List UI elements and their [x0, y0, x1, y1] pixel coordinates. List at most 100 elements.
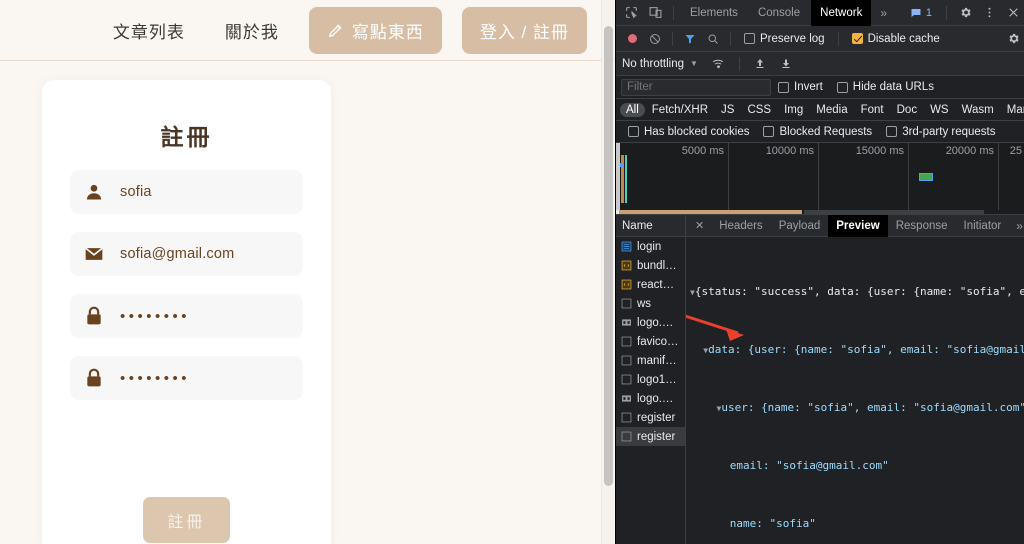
disable-cache-checkbox[interactable]: Disable cache — [845, 33, 947, 45]
json-line-user[interactable]: ▼user: {name: "sofia", email: "sofia@gma… — [690, 401, 1024, 416]
funnel-icon[interactable] — [679, 28, 701, 50]
timeline-scrollbar[interactable] — [616, 210, 1024, 214]
email-field[interactable]: sofia@gmail.com — [70, 232, 303, 276]
record-icon[interactable] — [621, 28, 643, 50]
json-line-email[interactable]: email: "sofia@gmail.com" — [690, 459, 1024, 474]
more-tabs-chevron-icon[interactable]: » — [873, 6, 894, 20]
img-icon — [622, 395, 631, 402]
filter-input[interactable] — [621, 78, 771, 96]
request-name: logo.… — [637, 316, 674, 329]
preserve-log-checkbox[interactable]: Preserve log — [737, 33, 832, 45]
kebab-menu-icon[interactable] — [978, 2, 1000, 24]
type-filter-manifest[interactable]: Manifest — [1001, 103, 1024, 117]
request-row-logo1[interactable]: logo1… — [616, 370, 685, 389]
clear-icon[interactable] — [644, 28, 666, 50]
more-detail-tabs-chevron-icon[interactable]: » — [1009, 219, 1024, 233]
message-count-badge[interactable]: 1 — [905, 6, 937, 20]
request-row-register[interactable]: register — [616, 408, 685, 427]
request-row-react[interactable]: react… — [616, 275, 685, 294]
tab-preview[interactable]: Preview — [828, 214, 888, 237]
type-filter-all[interactable]: All — [620, 102, 645, 117]
checkbox-box[interactable] — [778, 81, 789, 93]
tab-response[interactable]: Response — [888, 215, 956, 237]
nav-link-articles[interactable]: 文章列表 — [103, 12, 195, 49]
tab-elements[interactable]: Elements — [681, 0, 747, 26]
device-toolbar-icon[interactable] — [644, 2, 666, 24]
close-icon[interactable] — [1002, 2, 1024, 24]
page-scrollbar-thumb[interactable] — [604, 26, 613, 486]
generic-icon — [621, 431, 632, 442]
request-row-manifest[interactable]: manif… — [616, 351, 685, 370]
tab-initiator[interactable]: Initiator — [956, 215, 1010, 237]
request-row-bundle[interactable]: bundl… — [616, 256, 685, 275]
column-header-name[interactable]: Name — [616, 215, 685, 237]
request-row-ws[interactable]: ws — [616, 294, 685, 313]
invert-checkbox[interactable]: Invert — [771, 81, 830, 93]
type-filter-img[interactable]: Img — [778, 103, 809, 117]
third-party-requests-checkbox[interactable]: 3rd-party requests — [879, 126, 1002, 138]
request-name: logo1… — [637, 373, 677, 386]
blocked-requests-checkbox[interactable]: Blocked Requests — [756, 126, 879, 138]
request-details: ✕ Headers Payload Preview Response Initi… — [686, 214, 1024, 544]
timeline-request-block — [919, 173, 933, 181]
type-filter-font[interactable]: Font — [855, 103, 890, 117]
tab-network[interactable]: Network — [811, 0, 872, 26]
has-blocked-cookies-label: Has blocked cookies — [644, 125, 750, 138]
checkbox-box[interactable] — [744, 33, 755, 44]
timeline-scroll-thumb[interactable] — [616, 210, 802, 214]
gear-icon[interactable] — [954, 2, 976, 24]
json-line-root[interactable]: ▼{status: "success", data: {user: {name:… — [690, 285, 1024, 300]
checkbox-box[interactable] — [763, 126, 775, 137]
network-conditions-icon[interactable] — [708, 53, 730, 75]
timeline-tick-label: 25 — [1009, 145, 1022, 157]
network-overview-timeline[interactable]: 5000 ms 10000 ms 15000 ms 20000 ms 25 — [616, 143, 1024, 215]
tab-payload[interactable]: Payload — [771, 215, 829, 237]
search-icon[interactable] — [702, 28, 724, 50]
type-filter-js[interactable]: JS — [715, 103, 740, 117]
nav-link-about[interactable]: 關於我 — [215, 12, 289, 49]
request-name: logo.… — [637, 392, 674, 405]
user-icon — [84, 182, 104, 202]
generic-icon — [621, 374, 632, 385]
checkbox-box[interactable] — [836, 81, 848, 93]
type-filter-wasm[interactable]: Wasm — [956, 103, 1000, 117]
request-row-register-selected[interactable]: register — [616, 427, 685, 446]
type-filter-fetch-xhr[interactable]: Fetch/XHR — [646, 103, 714, 117]
login-register-button[interactable]: 登入 / 註冊 — [461, 6, 587, 54]
json-line-data[interactable]: ▼data: {user: {name: "sofia", email: "so… — [690, 343, 1024, 358]
type-filter-css[interactable]: CSS — [741, 103, 777, 117]
chevron-down-icon[interactable]: ▼ — [688, 59, 704, 68]
import-har-icon[interactable] — [749, 53, 771, 75]
json-line-text: user: {name: "sofia", email: "sofia@gmai… — [721, 400, 1024, 414]
hide-data-urls-checkbox[interactable]: Hide data URLs — [830, 81, 941, 93]
gear-icon[interactable] — [1002, 28, 1024, 50]
timeline-tick-label: 15000 ms — [855, 145, 904, 157]
page-scrollbar[interactable] — [601, 0, 614, 544]
tab-headers[interactable]: Headers — [711, 215, 770, 237]
json-line-name[interactable]: name: "sofia" — [690, 517, 1024, 532]
request-row-logo[interactable]: logo.… — [616, 313, 685, 332]
checkbox-box[interactable] — [851, 33, 863, 44]
request-row-logo-2[interactable]: logo.… — [616, 389, 685, 408]
tab-console[interactable]: Console — [749, 0, 809, 26]
type-filter-media[interactable]: Media — [810, 103, 853, 117]
username-field[interactable]: sofia — [70, 170, 303, 214]
timeline-left-handle[interactable] — [616, 143, 620, 214]
request-row-favicon[interactable]: favico… — [616, 332, 685, 351]
export-har-icon[interactable] — [775, 53, 797, 75]
password-confirm-field[interactable]: •••••••• — [70, 356, 303, 400]
json-line-text: name: "sofia" — [729, 516, 816, 530]
type-filter-ws[interactable]: WS — [924, 103, 955, 117]
throttling-select-value[interactable]: No throttling — [622, 58, 684, 70]
register-submit-button[interactable]: 註冊 — [143, 497, 230, 543]
has-blocked-cookies-checkbox[interactable]: Has blocked cookies — [621, 126, 756, 138]
close-icon[interactable]: ✕ — [688, 219, 711, 232]
request-row-login[interactable]: login — [616, 237, 685, 256]
checkbox-box[interactable] — [886, 126, 898, 137]
checkbox-box[interactable] — [628, 126, 639, 137]
password-field[interactable]: •••••••• — [70, 294, 303, 338]
type-filter-doc[interactable]: Doc — [891, 103, 923, 117]
write-post-button[interactable]: 寫點東西 — [308, 6, 442, 54]
detail-tabbar: ✕ Headers Payload Preview Response Initi… — [686, 214, 1024, 237]
inspect-element-icon[interactable] — [620, 2, 642, 24]
